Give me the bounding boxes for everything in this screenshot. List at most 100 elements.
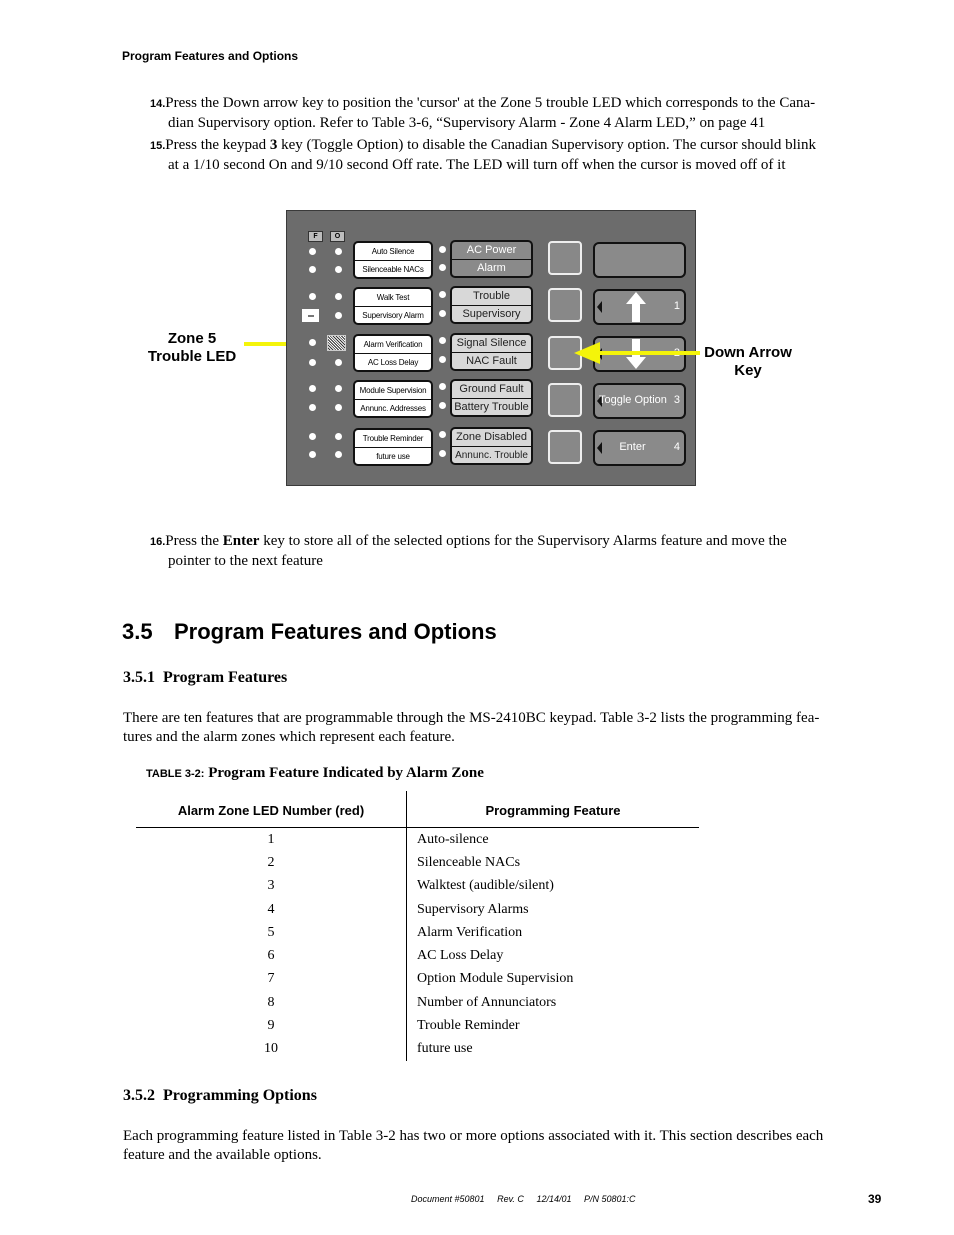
option-group-3: Alarm Verification AC Loss Delay xyxy=(353,334,433,372)
pointer-icon xyxy=(597,301,602,313)
table-row: 10 future use xyxy=(136,1037,699,1061)
section-heading: 3.5 Program Features and Options xyxy=(122,619,497,644)
status-led-3 xyxy=(439,291,446,298)
enter-key[interactable]: Enter 4 xyxy=(593,430,686,466)
status-led-8 xyxy=(439,402,446,409)
zone5-trouble-led-cursor xyxy=(327,335,346,351)
status-led-4 xyxy=(439,310,446,317)
option-group-1: Auto Silence Silenceable NACs xyxy=(353,241,433,279)
status-led-5 xyxy=(439,337,446,344)
feature-cell: Walktest (audible/silent) xyxy=(417,878,554,894)
led-o-7 xyxy=(335,385,342,392)
zone-number-cell: 1 xyxy=(136,827,407,852)
zone-number-cell: 9 xyxy=(136,1014,407,1038)
step-number: 14. xyxy=(150,98,166,110)
step-15: 15.Press the keypad 3 key (Toggle Option… xyxy=(150,137,816,173)
table-header-row: Alarm Zone LED Number (red) Programming … xyxy=(136,791,699,828)
led-f-6 xyxy=(309,359,316,366)
up-arrow-icon xyxy=(626,292,646,322)
option-group-5: Trouble Reminder future use xyxy=(353,428,433,466)
led-o-8 xyxy=(335,404,342,411)
table-caption: TABLE 3-2: Program Feature Indicated by … xyxy=(146,765,484,781)
square-key-4[interactable] xyxy=(548,383,582,417)
table-row: 5 Alarm Verification xyxy=(136,921,699,945)
table-row: 7 Option Module Supervision xyxy=(136,967,699,992)
zone-number-cell: 3 xyxy=(136,874,407,898)
table-row: 3 Walktest (audible/silent) xyxy=(136,874,699,898)
programming-options-paragraph: Each programming feature listed in Table… xyxy=(123,1128,824,1163)
status-group-1: AC Power Alarm xyxy=(450,240,533,278)
led-f-2 xyxy=(309,266,316,273)
status-group-4: Ground Fault Battery Trouble xyxy=(450,379,533,417)
f-column-label: F xyxy=(308,231,323,242)
zone5-trouble-led-callout: Zone 5 Trouble LED xyxy=(147,330,237,365)
toggle-option-key[interactable]: Toggle Option 3 xyxy=(593,383,686,419)
feature-cell: Option Module Supervision xyxy=(417,971,574,987)
feature-cell: future use xyxy=(417,1041,473,1057)
page-footer: Document #50801 Rev. C 12/14/01 P/N 5080… xyxy=(411,1194,636,1204)
feature-cell: Auto-silence xyxy=(417,831,489,847)
feature-cell: AC Loss Delay xyxy=(417,948,504,964)
feature-cell: Silenceable NACs xyxy=(417,854,521,870)
status-led-7 xyxy=(439,383,446,390)
subsection-heading-program-features: 3.5.1 Program Features xyxy=(123,669,288,686)
square-key-2[interactable] xyxy=(548,288,582,322)
led-o-6 xyxy=(335,359,342,366)
display-key[interactable] xyxy=(593,242,686,278)
zone-number-cell: 2 xyxy=(136,851,407,875)
subsection-heading-programming-options: 3.5.2 Programming Options xyxy=(123,1087,317,1104)
control-panel-diagram: F O Auto Silence Silenceable NACs Walk T… xyxy=(286,210,696,486)
table-row: 9 Trouble Reminder xyxy=(136,1014,699,1038)
column-header: Programming Feature xyxy=(406,791,699,828)
running-head: Program Features and Options xyxy=(122,49,299,63)
feature-cell: Supervisory Alarms xyxy=(417,901,529,917)
table-row: 2 Silenceable NACs xyxy=(136,851,699,875)
program-features-paragraph: There are ten features that are programm… xyxy=(123,710,820,745)
status-led-1 xyxy=(439,246,446,253)
callout-arrow-left-icon xyxy=(574,342,600,364)
led-o-9 xyxy=(335,433,342,440)
step-number: 15. xyxy=(150,140,166,152)
table-row: 1 Auto-silence xyxy=(136,827,699,852)
square-key-1[interactable] xyxy=(548,241,582,275)
status-group-2: Trouble Supervisory xyxy=(450,286,533,324)
step-number: 16. xyxy=(150,536,166,548)
status-led-6 xyxy=(439,356,446,363)
led-f-8 xyxy=(309,404,316,411)
page-number: 39 xyxy=(868,1192,882,1206)
zone-number-cell: 8 xyxy=(136,991,407,1015)
led-o-1 xyxy=(335,248,342,255)
table-row: 8 Number of Annunciators xyxy=(136,991,699,1015)
o-column-label: O xyxy=(330,231,345,242)
led-f-4-lit xyxy=(302,309,319,322)
zone-number-cell: 4 xyxy=(136,897,407,922)
status-led-2 xyxy=(439,264,446,271)
led-o-3 xyxy=(335,293,342,300)
led-o-4 xyxy=(335,312,342,319)
status-group-3: Signal Silence NAC Fault xyxy=(450,333,533,371)
status-led-10 xyxy=(439,450,446,457)
feature-cell: Alarm Verification xyxy=(417,924,523,940)
zone-number-cell: 6 xyxy=(136,944,407,968)
feature-cell: Number of Annunciators xyxy=(417,994,557,1010)
option-group-4: Module Supervision Annunc. Addresses xyxy=(353,380,433,418)
down-arrow-key-callout: Down Arrow Key xyxy=(704,344,792,379)
led-f-9 xyxy=(309,433,316,440)
led-f-7 xyxy=(309,385,316,392)
status-group-5: Zone Disabled Annunc. Trouble xyxy=(450,427,533,465)
column-header: Alarm Zone LED Number (red) xyxy=(136,791,407,828)
led-o-2 xyxy=(335,266,342,273)
zone-number-cell: 7 xyxy=(136,967,407,992)
program-feature-table: Alarm Zone LED Number (red) Programming … xyxy=(136,791,699,1061)
led-f-5 xyxy=(309,339,316,346)
step-16: 16.Press the Enter key to store all of t… xyxy=(150,533,787,569)
option-group-2: Walk Test Supervisory Alarm xyxy=(353,287,433,325)
feature-cell: Trouble Reminder xyxy=(417,1018,520,1034)
up-arrow-key[interactable]: 1 xyxy=(593,289,686,325)
zone-number-cell: 10 xyxy=(136,1037,407,1061)
led-f-1 xyxy=(309,248,316,255)
led-o-10 xyxy=(335,451,342,458)
step-14: 14.Press the Down arrow key to position … xyxy=(150,95,816,131)
table-row: 6 AC Loss Delay xyxy=(136,944,699,968)
square-key-5[interactable] xyxy=(548,430,582,464)
